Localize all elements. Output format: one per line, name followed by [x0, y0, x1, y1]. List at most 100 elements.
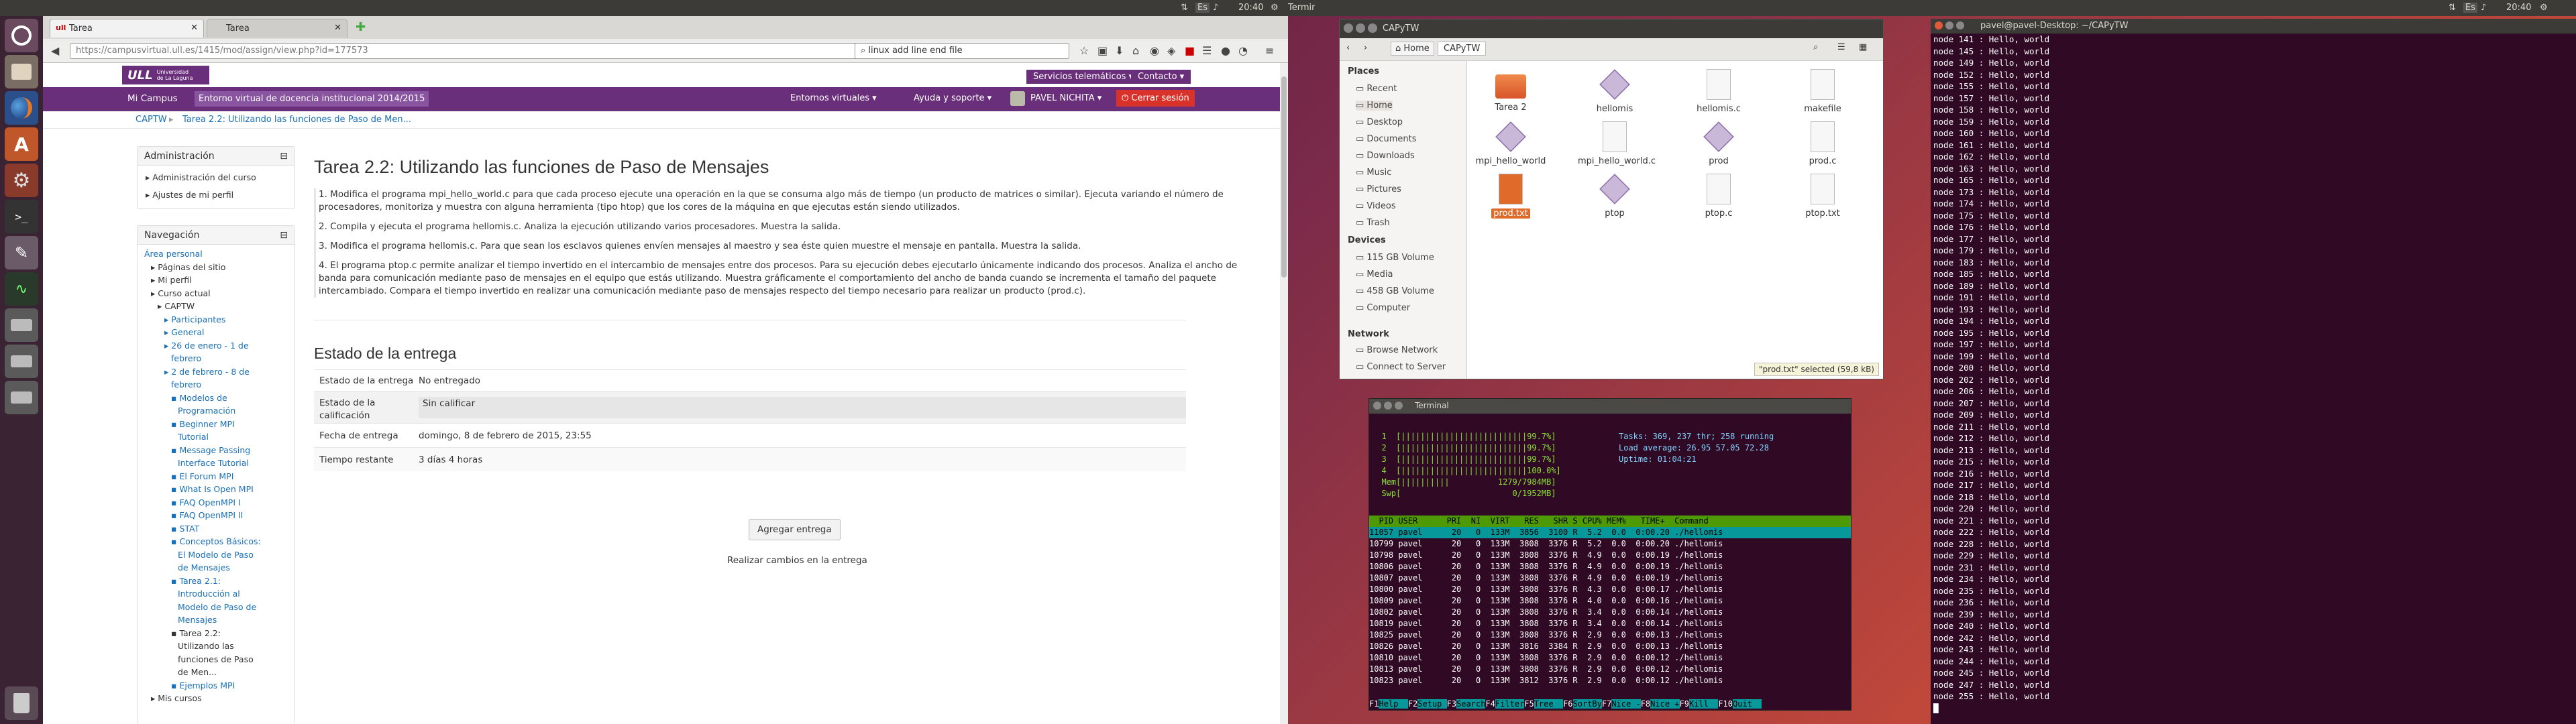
- drive-icon[interactable]: [5, 345, 38, 378]
- user-menu[interactable]: PAVEL NICHITA ▾: [1030, 93, 1102, 103]
- network-icon[interactable]: ⇅: [2449, 3, 2456, 13]
- process-row[interactable]: 10819 pavel 20 0 133M 3808 3376 R 3.4 0.…: [1369, 618, 1851, 629]
- process-row[interactable]: 10807 pavel 20 0 133M 3808 3376 R 4.9 0.…: [1369, 572, 1851, 584]
- back-icon[interactable]: ◀: [51, 44, 59, 57]
- tab[interactable]: Tarea ✕: [207, 19, 347, 38]
- file-item[interactable]: ptop.txt: [1786, 174, 1860, 219]
- process-row[interactable]: 10800 pavel 20 0 133M 3808 3376 R 4.3 0.…: [1369, 584, 1851, 595]
- nav-tree-item[interactable]: funciones de Paso: [178, 654, 254, 664]
- nav-tree-item[interactable]: febrero: [171, 353, 201, 363]
- path-home-button[interactable]: ⌂ Home: [1391, 42, 1434, 56]
- process-row[interactable]: 10802 pavel 20 0 133M 3808 3376 R 3.4 0.…: [1369, 607, 1851, 618]
- add-submission-button[interactable]: Agregar entrega: [749, 519, 841, 540]
- system-monitor-icon[interactable]: ∿: [5, 272, 38, 306]
- nav-tree-item[interactable]: febrero: [171, 379, 201, 389]
- maximize-icon[interactable]: [1956, 21, 1964, 29]
- settings-icon[interactable]: ⚙: [5, 164, 38, 197]
- network-item[interactable]: ▭ Connect to Server: [1356, 362, 1446, 372]
- nav-tree-item[interactable]: ▸ General: [164, 327, 205, 337]
- nav-tree-item[interactable]: Área personal: [144, 249, 203, 259]
- nav-tree-item[interactable]: ▪ Message Passing: [171, 445, 250, 455]
- process-row[interactable]: 10799 pavel 20 0 133M 3808 3376 R 5.2 0.…: [1369, 538, 1851, 550]
- file-item[interactable]: prod.c: [1786, 121, 1860, 166]
- process-row[interactable]: 10798 pavel 20 0 133M 3808 3376 R 4.9 0.…: [1369, 550, 1851, 561]
- panel-clock[interactable]: 20:40: [2506, 3, 2531, 13]
- nav-tree-item[interactable]: ▸ Mis cursos: [151, 693, 202, 703]
- nav-tree-item[interactable]: ▪ Modelos de: [171, 393, 227, 403]
- place-item[interactable]: ▭ Music: [1356, 168, 1391, 178]
- nav-tree-item[interactable]: ▸ 2 de febrero - 8 de: [164, 367, 250, 377]
- file-item[interactable]: mpi_hello_world: [1474, 121, 1548, 166]
- function-key-label[interactable]: Nice +: [1650, 699, 1680, 709]
- place-item[interactable]: ▭ Downloads: [1356, 151, 1415, 161]
- drive-icon[interactable]: [5, 381, 38, 414]
- path-current-button[interactable]: CAPyTW: [1438, 42, 1487, 56]
- mi-campus-link[interactable]: Mi Campus: [127, 93, 178, 104]
- place-item[interactable]: ▭ Videos: [1356, 201, 1396, 211]
- terminal-icon[interactable]: >_: [5, 200, 38, 233]
- place-item[interactable]: ▭ Home: [1356, 101, 1393, 111]
- nav-tree-item[interactable]: ▪ Conceptos Básicos:: [171, 536, 261, 546]
- maximize-icon[interactable]: [1395, 402, 1403, 410]
- collapse-icon[interactable]: ⊟: [280, 151, 288, 162]
- process-row[interactable]: 11057 pavel 20 0 133M 3856 3100 R 5.2 0.…: [1369, 527, 1851, 538]
- nav-tree-item[interactable]: Mensajes: [178, 615, 217, 625]
- keyboard-indicator[interactable]: Es: [2463, 3, 2477, 13]
- gear-icon[interactable]: ⚙: [1271, 3, 1279, 13]
- scrollbar[interactable]: [1280, 63, 1288, 724]
- dash-icon[interactable]: [5, 19, 38, 52]
- admin-profile-item[interactable]: ▸ Ajustes de mi perfil: [146, 190, 233, 200]
- nav-tree-item[interactable]: ▸ 26 de enero - 1 de: [164, 341, 249, 351]
- file-item[interactable]: hellomis.c: [1682, 69, 1756, 114]
- device-item[interactable]: ▭ Computer: [1356, 303, 1410, 313]
- text-editor-icon[interactable]: ✎: [5, 236, 38, 269]
- nav-tree-item[interactable]: Interface Tutorial: [178, 458, 249, 468]
- file-item[interactable]: prod.txt: [1474, 174, 1548, 219]
- file-item[interactable]: prod: [1682, 121, 1756, 166]
- download-icon[interactable]: ⬇: [1115, 44, 1124, 57]
- ayuda-menu[interactable]: Ayuda y soporte ▾: [914, 93, 991, 103]
- clipboard-icon[interactable]: ▣: [1097, 44, 1108, 57]
- trash-icon[interactable]: [5, 686, 38, 720]
- process-row[interactable]: 10826 pavel 20 0 133M 3816 3384 R 2.9 0.…: [1369, 641, 1851, 652]
- close-icon[interactable]: ✕: [334, 23, 341, 33]
- grid-view-icon[interactable]: ▦: [1859, 42, 1867, 52]
- nav-tree-item[interactable]: ▸ Participantes: [164, 314, 225, 324]
- files-icon[interactable]: [5, 55, 38, 88]
- device-item[interactable]: ▭ Media: [1356, 269, 1393, 280]
- entornos-menu[interactable]: Entornos virtuales ▾: [790, 93, 877, 103]
- process-row[interactable]: 10806 pavel 20 0 133M 3808 3376 R 4.9 0.…: [1369, 561, 1851, 572]
- nav-tree-item[interactable]: ▪ Tarea 2.2:: [171, 628, 221, 638]
- close-icon[interactable]: [1344, 23, 1353, 33]
- nav-tree-item[interactable]: de Men...: [178, 667, 217, 677]
- gear-icon[interactable]: ⚙: [2540, 3, 2548, 13]
- network-icon[interactable]: ⇅: [1181, 3, 1188, 13]
- close-icon[interactable]: [1373, 402, 1381, 410]
- volume-icon[interactable]: ♪: [2481, 3, 2486, 13]
- adblock-icon[interactable]: ■: [1185, 44, 1195, 57]
- nav-tree-item[interactable]: ▸ CAPTW: [158, 301, 195, 311]
- file-item[interactable]: ptop.c: [1682, 174, 1756, 219]
- close-icon[interactable]: ✕: [191, 23, 198, 33]
- contacto-menu[interactable]: Contacto ▾: [1131, 70, 1191, 84]
- nav-tree-item[interactable]: El Modelo de Paso: [178, 550, 254, 560]
- close-icon[interactable]: [1935, 21, 1943, 29]
- function-key-label[interactable]: Kill: [1688, 699, 1719, 709]
- search-input[interactable]: ⌕ linux add line end file: [855, 43, 1069, 59]
- drive-icon[interactable]: [5, 308, 38, 342]
- minimize-icon[interactable]: [1384, 402, 1392, 410]
- menu-icon[interactable]: ≡: [1265, 44, 1274, 57]
- process-row[interactable]: 10823 pavel 20 0 133M 3812 3376 R 2.9 0.…: [1369, 675, 1851, 686]
- nav-tree-item[interactable]: ▪ Tarea 2.1:: [171, 576, 221, 586]
- url-bar[interactable]: https://campusvirtual.ull.es/1415/mod/as…: [70, 43, 881, 59]
- admin-course-item[interactable]: ▸ Administración del curso: [146, 172, 256, 182]
- nav-tree-item[interactable]: ▪ Ejemplos MPI: [171, 680, 235, 690]
- file-item[interactable]: Tarea 2: [1474, 69, 1548, 113]
- nav-tree-item[interactable]: ▸ Mi perfil: [151, 275, 192, 285]
- nav-tree-item[interactable]: ▪ FAQ OpenMPI II: [171, 510, 243, 520]
- nav-tree-item[interactable]: ▪ What Is Open MPI: [171, 484, 254, 494]
- network-item[interactable]: ▭ Browse Network: [1356, 345, 1438, 355]
- process-row[interactable]: 10825 pavel 20 0 133M 3808 3376 R 2.9 0.…: [1369, 629, 1851, 641]
- sync-icon[interactable]: ☰: [1202, 44, 1212, 57]
- function-key-label[interactable]: Help: [1379, 699, 1408, 709]
